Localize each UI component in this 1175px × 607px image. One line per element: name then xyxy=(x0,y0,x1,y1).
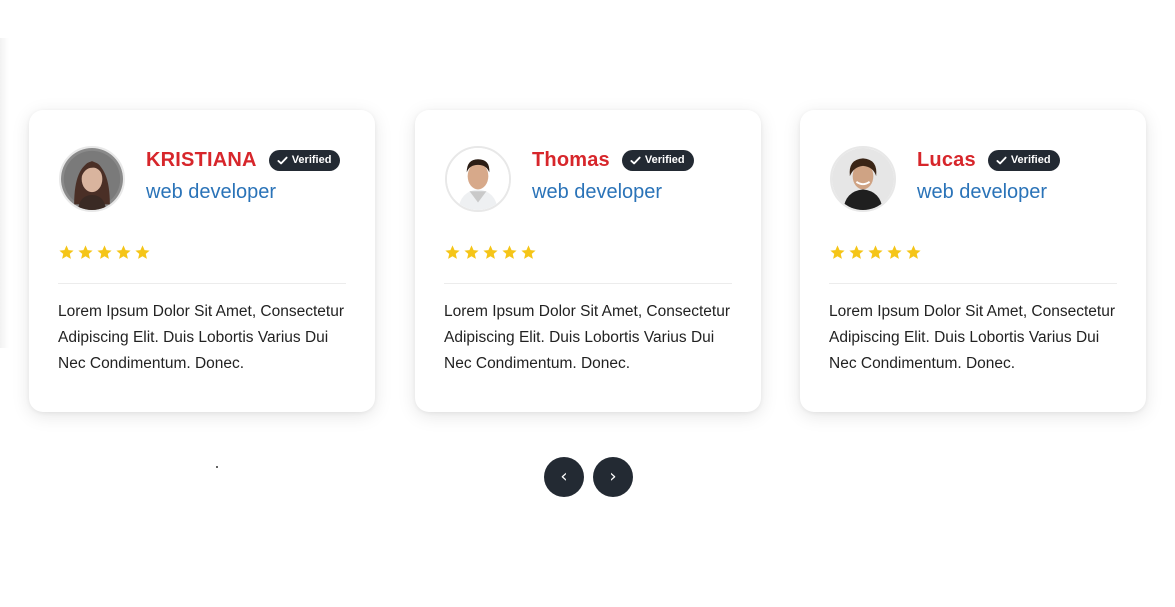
name-row: Thomas Verified xyxy=(532,147,694,173)
verified-badge-label: Verified xyxy=(291,153,332,166)
reviewer-name: Lucas xyxy=(917,148,976,171)
carousel-next-button[interactable]: › xyxy=(593,457,633,497)
reviewer-role: web developer xyxy=(532,181,663,203)
reviewer-name: KRISTIANA xyxy=(146,148,257,171)
star-rating xyxy=(58,244,151,261)
star-icon xyxy=(135,245,150,259)
check-icon xyxy=(277,156,288,164)
check-icon xyxy=(630,156,641,164)
verified-badge-label: Verified xyxy=(644,153,685,166)
chevron-left-icon: ‹ xyxy=(560,466,568,487)
star-icon xyxy=(502,245,517,259)
carousel-prev-button[interactable]: ‹ xyxy=(544,457,584,497)
pagination-dot xyxy=(216,466,218,468)
reviewer-role: web developer xyxy=(917,181,1048,203)
testimonial-text: Lorem Ipsum Dolor Sit Amet, Consectetur … xyxy=(829,303,1116,372)
divider xyxy=(444,283,732,284)
star-icon xyxy=(464,245,479,259)
name-row: KRISTIANA Verified xyxy=(146,147,341,173)
divider xyxy=(829,283,1117,284)
divider xyxy=(58,283,346,284)
verified-badge: Verified xyxy=(987,149,1060,171)
testimonial-card: Thomas Verified web developer Lorem Ipsu… xyxy=(415,110,761,412)
testimonial-card: KRISTIANA Verified web developer Lorem I… xyxy=(29,110,375,412)
testimonial-text: Lorem Ipsum Dolor Sit Amet, Consectetur … xyxy=(58,303,345,372)
reviewer-role: web developer xyxy=(146,181,277,203)
testimonial-section: KRISTIANA Verified web developer Lorem I… xyxy=(0,0,1175,607)
testimonial-card: Lucas Verified web developer Lorem Ipsum… xyxy=(800,110,1146,412)
star-icon xyxy=(521,245,536,259)
star-rating xyxy=(829,244,922,261)
star-icon xyxy=(59,245,74,259)
avatar xyxy=(830,146,896,212)
star-icon xyxy=(116,245,131,259)
star-icon xyxy=(906,245,921,259)
star-icon xyxy=(868,245,883,259)
verified-badge: Verified xyxy=(268,149,341,171)
name-row: Lucas Verified xyxy=(917,147,1060,173)
star-rating xyxy=(444,244,537,261)
star-icon xyxy=(830,245,845,259)
testimonial-text: Lorem Ipsum Dolor Sit Amet, Consectetur … xyxy=(444,303,731,372)
star-icon xyxy=(97,245,112,259)
verified-badge-label: Verified xyxy=(1010,153,1051,166)
check-icon xyxy=(996,156,1007,164)
star-icon xyxy=(887,245,902,259)
star-icon xyxy=(849,245,864,259)
star-icon xyxy=(445,245,460,259)
reviewer-name: Thomas xyxy=(532,148,610,171)
carousel-edge-shadow xyxy=(0,38,9,348)
verified-badge: Verified xyxy=(621,149,694,171)
avatar xyxy=(59,146,125,212)
star-icon xyxy=(78,245,93,259)
avatar xyxy=(445,146,511,212)
chevron-right-icon: › xyxy=(609,466,617,487)
testimonial-carousel: KRISTIANA Verified web developer Lorem I… xyxy=(29,110,1149,412)
star-icon xyxy=(483,245,498,259)
